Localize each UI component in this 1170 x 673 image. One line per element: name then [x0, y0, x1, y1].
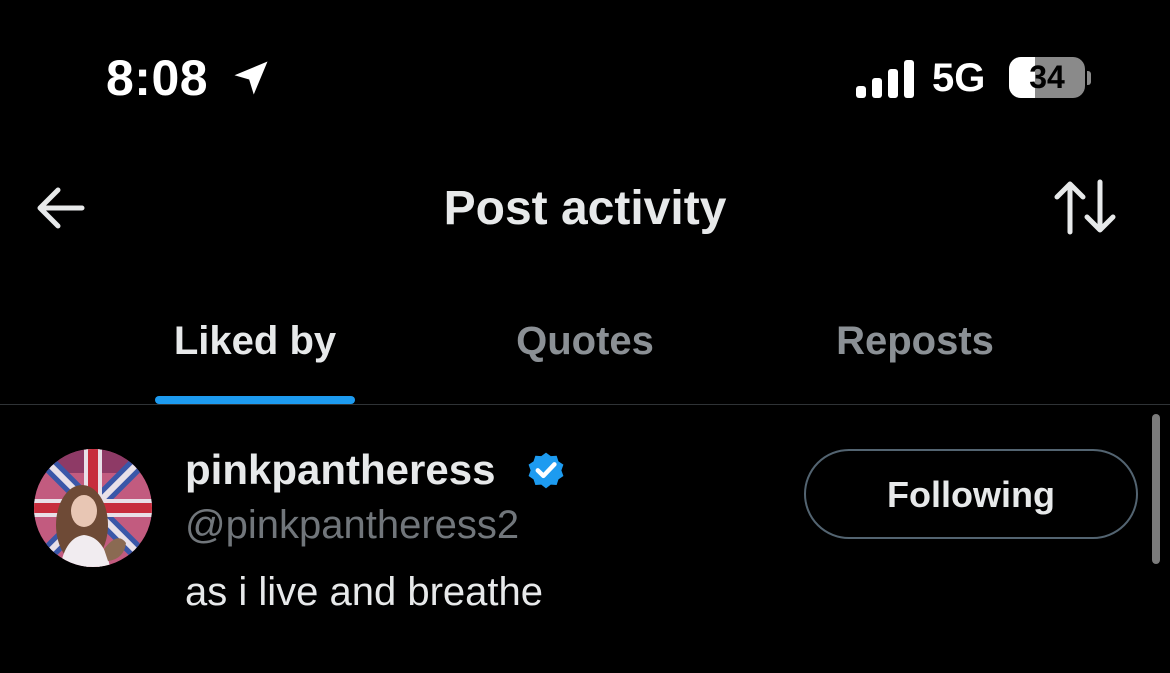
tabs-divider — [0, 404, 1170, 405]
cellular-signal-icon — [856, 60, 914, 98]
sort-arrows-icon[interactable] — [1052, 178, 1118, 236]
tab-liked-by[interactable]: Liked by — [155, 315, 355, 367]
page-title: Post activity — [443, 182, 727, 235]
location-arrow-icon — [234, 61, 268, 95]
verified-badge-icon — [528, 452, 564, 489]
active-tab-indicator — [155, 396, 355, 404]
status-time: 8:08 — [106, 50, 209, 106]
tab-quotes[interactable]: Quotes — [485, 315, 685, 367]
user-bio: as i live and breathe — [185, 570, 544, 614]
user-handle[interactable]: @pinkpantheress2 — [185, 500, 519, 550]
avatar-image — [34, 449, 152, 567]
tab-reposts[interactable]: Reposts — [815, 315, 1015, 367]
user-display-name[interactable]: pinkpantheress — [185, 444, 495, 496]
battery-percentage: 34 — [1029, 59, 1065, 95]
avatar[interactable] — [34, 449, 152, 567]
post-activity-screen: 8:08 5G 34 Post activity Liked by Quotes… — [0, 0, 1170, 673]
battery-icon: 34 — [1009, 57, 1085, 98]
scrollbar[interactable] — [1152, 414, 1160, 564]
network-type: 5G — [932, 56, 986, 100]
battery-tip — [1087, 71, 1091, 85]
following-button[interactable]: Following — [804, 449, 1138, 539]
